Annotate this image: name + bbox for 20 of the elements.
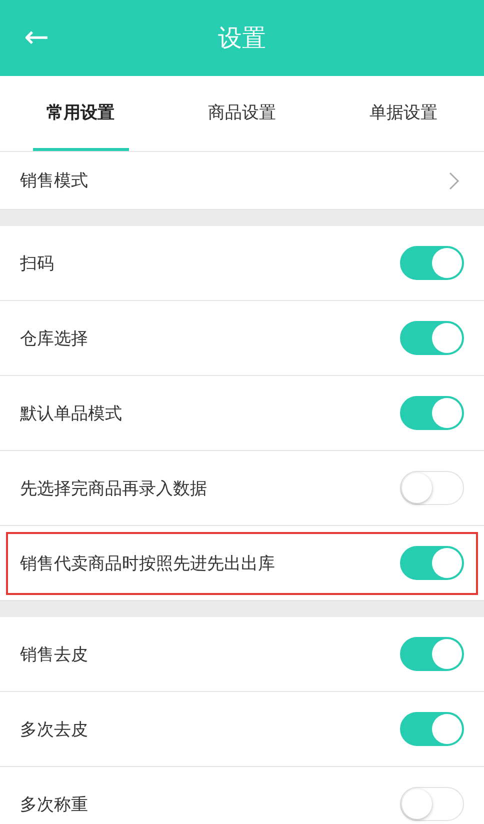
- setting-label: 多次去皮: [20, 718, 89, 740]
- page-title: 设置: [218, 23, 266, 54]
- toggle-switch[interactable]: [400, 321, 464, 355]
- setting-label: 仓库选择: [20, 328, 89, 350]
- setting-label: 扫码: [20, 252, 55, 274]
- toggle-switch[interactable]: [400, 637, 464, 671]
- settings-row[interactable]: 销售模式: [0, 152, 484, 210]
- toggle-switch[interactable]: [400, 712, 464, 746]
- toggle-switch[interactable]: [400, 246, 464, 280]
- tab[interactable]: 单据设置: [322, 76, 484, 151]
- toggle-switch[interactable]: [400, 396, 464, 430]
- setting-label: 销售模式: [20, 170, 89, 192]
- setting-label: 先选择完商品再录入数据: [20, 478, 208, 500]
- setting-label: 销售代卖商品时按照先进先出出库: [20, 552, 276, 574]
- setting-label: 默认单品模式: [20, 402, 123, 424]
- tab[interactable]: 商品设置: [161, 76, 323, 151]
- toggle-switch[interactable]: [400, 546, 464, 580]
- chevron-right-icon: [448, 170, 460, 190]
- setting-label: 多次称重: [20, 794, 89, 816]
- setting-label: 销售去皮: [20, 644, 89, 666]
